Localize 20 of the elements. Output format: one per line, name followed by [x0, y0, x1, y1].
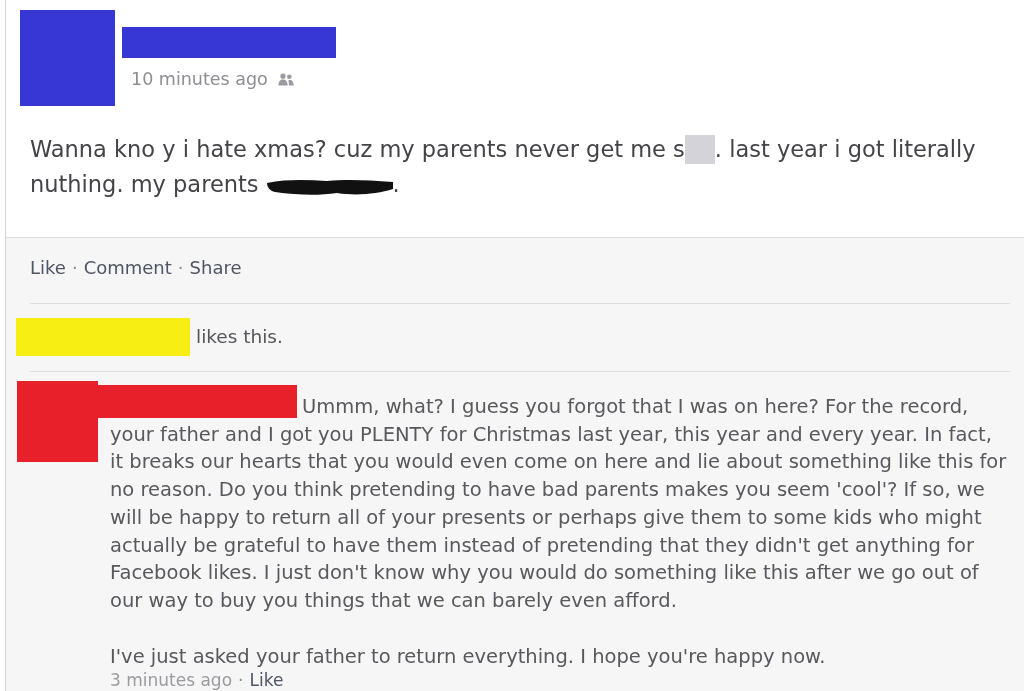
post-text: .: [392, 169, 400, 199]
separator-dot: ·: [176, 257, 185, 278]
separator-dot: ·: [70, 257, 79, 278]
post-text: Wanna kno y i hate xmas? cuz my parents never get me s: [30, 134, 685, 164]
comment-text: your father and I got you PLENTY for Christmas last year, this year and every year. In fact, it breaks our hearts that you would even come on here and lie about something like this for no reason. Do you think pretending to have bad parents makes you seem 'cool'? If so, we will be happy to return all of your presents or perhaps give them to some kids who might actually be grateful to have them instead of pretending that they didn't get anything for Facebook likes. I just don't know why you would do something like this after we go out of our way to buy you things that we can barely even afford.: [109, 421, 1008, 614]
post-text: nuthing. my parents: [30, 169, 259, 199]
timestamp-text: 10 minutes ago: [131, 68, 268, 91]
comment-text: I've just asked your father to return everything. I hope you're happy now.: [109, 643, 827, 670]
action-link[interactable]: Like: [30, 257, 66, 278]
likes-text: likes this.: [196, 325, 283, 350]
scribble-icon: [266, 177, 393, 196]
comment-text: Ummm, what? I guess you forgot that I was on here? For the record,: [302, 394, 969, 420]
action-link[interactable]: Comment: [83, 257, 172, 278]
separator-dot: ·: [237, 670, 245, 691]
censor-block-icon: [684, 135, 715, 164]
friends-icon: [277, 72, 294, 86]
action-link[interactable]: Share: [189, 257, 242, 278]
post-text: . last year i got literally: [714, 134, 976, 164]
timestamp-text: 3 minutes ago: [110, 670, 233, 691]
action-link[interactable]: Like: [249, 670, 284, 691]
